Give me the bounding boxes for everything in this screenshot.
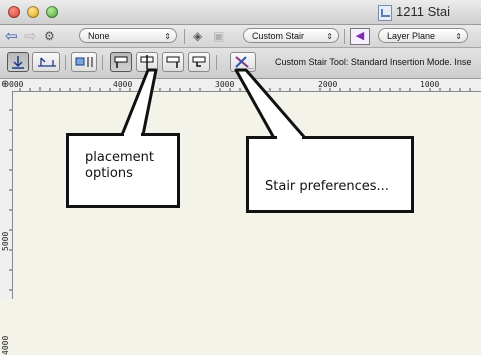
ruler-label: 4000	[1, 335, 10, 355]
preferences-pointer-join	[277, 136, 302, 142]
pointer-joins	[124, 133, 302, 142]
placement-pointer-join	[124, 133, 141, 139]
